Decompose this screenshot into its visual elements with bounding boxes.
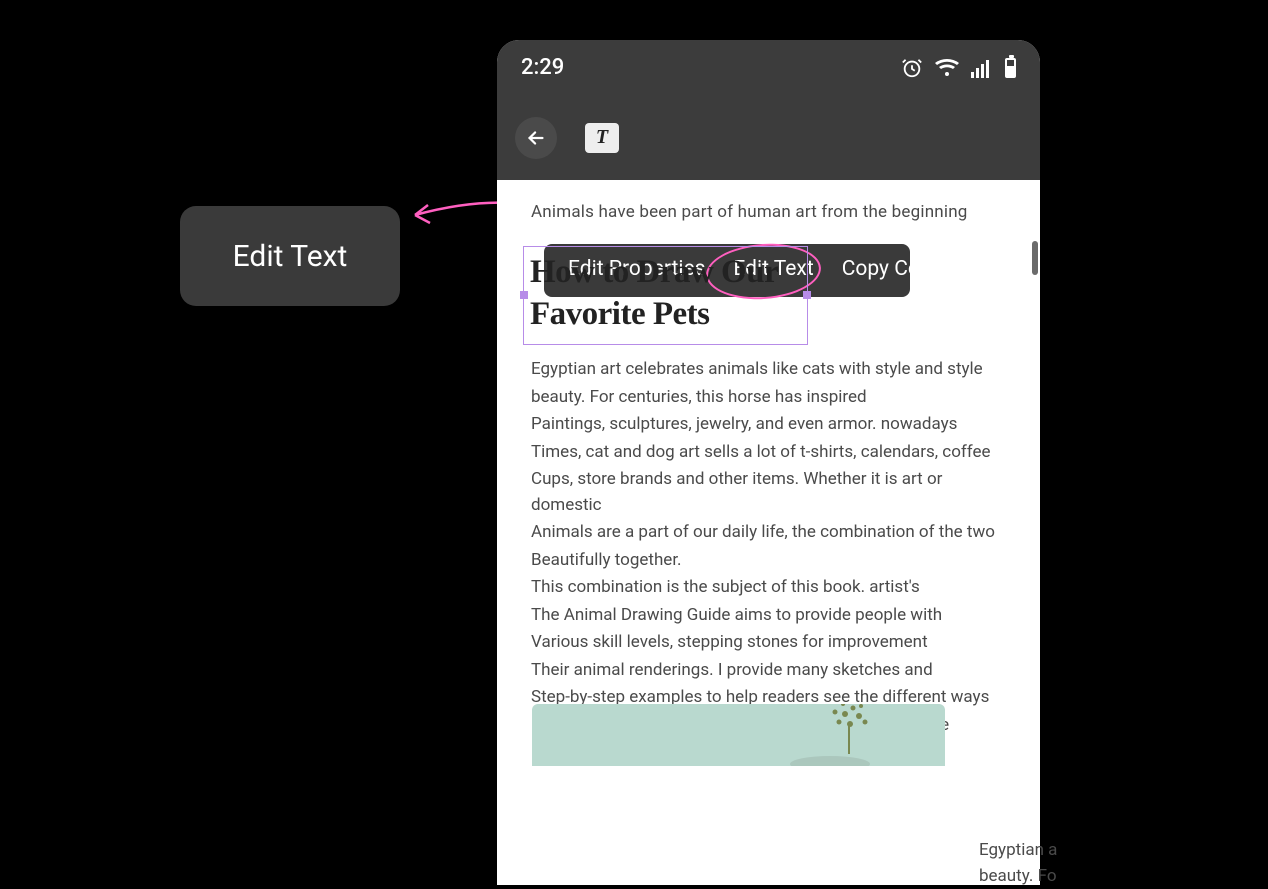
- edit-text-callout: Edit Text: [180, 206, 400, 306]
- back-button[interactable]: [515, 117, 557, 159]
- plant-illustration: [735, 704, 915, 766]
- body-line: beauty. For centuries, this horse has in…: [531, 385, 1006, 411]
- body-line: This combination is the subject of this …: [531, 575, 1006, 601]
- body-line: Beautifully together.: [531, 548, 1006, 574]
- page-heading: How to Draw Our Favorite Pets: [530, 251, 797, 337]
- body-line: Their animal renderings. I provide many …: [531, 658, 1006, 684]
- status-icons: [901, 57, 1016, 79]
- next-page-text-fragment: Egyptian a beauty. Fo: [979, 838, 1268, 889]
- fragment-line: Egyptian a: [979, 838, 1268, 864]
- selection-handle-right[interactable]: [803, 291, 811, 299]
- signal-icon: [971, 58, 993, 78]
- alarm-icon: [901, 57, 923, 79]
- callout-label: Edit Text: [233, 239, 348, 274]
- body-line: Paintings, sculptures, jewelry, and even…: [531, 412, 1006, 438]
- body-line: Egyptian art celebrates animals like cat…: [531, 357, 1006, 383]
- document-page: Animals have been part of human art from…: [497, 180, 1040, 766]
- scrollbar-thumb[interactable]: [1032, 241, 1038, 275]
- status-bar: 2:29: [497, 40, 1040, 95]
- battery-icon: [1005, 58, 1016, 78]
- image-card: [532, 704, 945, 766]
- copy-content-item[interactable]: Copy Content: [828, 254, 982, 286]
- next-page-peek: [1005, 241, 1040, 784]
- selection-handle-left[interactable]: [520, 291, 528, 299]
- more-menu-button[interactable]: [982, 260, 1006, 280]
- body-line: Animals are a part of our daily life, th…: [531, 520, 1006, 546]
- phone-screenshot: 2:29 T Animals have been part of human: [497, 40, 1040, 885]
- intro-line: Animals have been part of human art from…: [531, 200, 1006, 226]
- arrow-left-icon: [525, 127, 547, 149]
- app-bar: T: [497, 95, 1040, 180]
- fragment-line: beauty. Fo: [979, 864, 1268, 889]
- body-line: Times, cat and dog art sells a lot of t-…: [531, 440, 1006, 466]
- type-icon: T: [596, 126, 608, 149]
- status-time: 2:29: [521, 55, 564, 80]
- body-line: The Animal Drawing Guide aims to provide…: [531, 603, 1006, 629]
- text-tool-button[interactable]: T: [585, 123, 619, 153]
- selected-text-frame[interactable]: How to Draw Our Favorite Pets: [523, 246, 808, 346]
- body-line: Cups, store brands and other items. Whet…: [531, 467, 1006, 518]
- more-icon: [992, 260, 996, 280]
- wifi-icon: [935, 58, 959, 78]
- body-line: Various skill levels, stepping stones fo…: [531, 630, 1006, 656]
